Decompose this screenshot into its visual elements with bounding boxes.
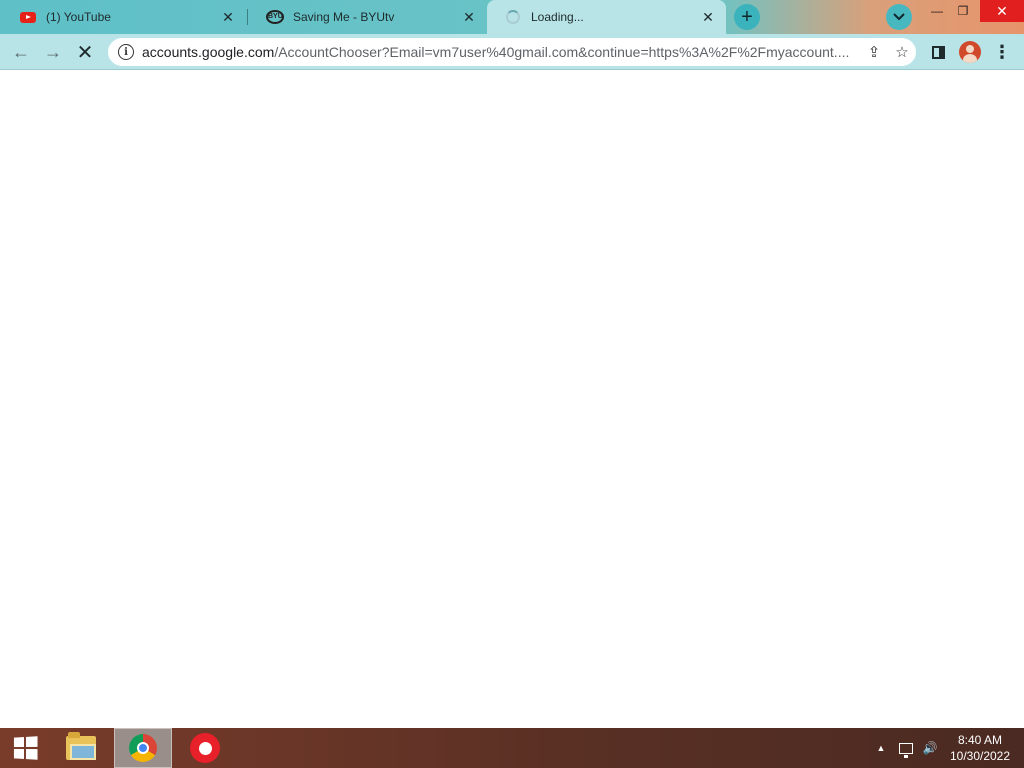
close-tab-icon[interactable]: ✕ — [461, 9, 477, 25]
page-content — [0, 70, 1024, 728]
site-info-icon[interactable]: i — [118, 44, 134, 60]
side-panel-icon — [931, 45, 945, 59]
chrome-icon — [129, 734, 157, 762]
url-path: /AccountChooser?Email=vm7user%40gmail.co… — [274, 44, 850, 60]
forward-button[interactable]: → — [39, 38, 67, 66]
byutv-icon: BYU — [266, 9, 284, 25]
network-icon[interactable] — [895, 728, 917, 768]
tab-youtube[interactable]: (1) YouTube ✕ — [2, 0, 246, 34]
chevron-down-icon — [893, 13, 905, 21]
taskbar-chrome[interactable] — [114, 728, 172, 768]
close-tab-icon[interactable]: ✕ — [220, 9, 236, 25]
taskbar: ▲ 🔊 8:40 AM 10/30/2022 — [0, 728, 1024, 768]
share-icon[interactable]: ⇪ — [860, 38, 888, 66]
tab-strip: (1) YouTube ✕ BYU Saving Me - BYUtv ✕ Lo… — [0, 0, 1024, 34]
show-hidden-icons-button[interactable]: ▲ — [872, 728, 890, 768]
youtube-icon — [20, 9, 36, 25]
clock-date: 10/30/2022 — [949, 749, 1011, 763]
browser-menu-button[interactable]: ⋮ — [988, 38, 1016, 66]
tab-loading-active[interactable]: Loading... ✕ — [487, 0, 726, 34]
loading-spinner-icon — [505, 9, 521, 25]
bookmark-star-icon[interactable]: ☆ — [888, 38, 916, 66]
stop-loading-button[interactable]: ✕ — [71, 38, 99, 66]
browser-toolbar: ← → ✕ i accounts.google.com/AccountChoos… — [0, 34, 1024, 70]
close-tab-icon[interactable]: ✕ — [700, 9, 716, 25]
profile-button[interactable] — [956, 38, 984, 66]
taskbar-file-explorer[interactable] — [52, 728, 110, 768]
back-button[interactable]: ← — [7, 38, 35, 66]
url-text[interactable]: accounts.google.com/AccountChooser?Email… — [142, 44, 860, 60]
address-bar[interactable]: i accounts.google.com/AccountChooser?Ema… — [108, 38, 916, 66]
file-explorer-icon — [66, 732, 96, 760]
system-clock[interactable]: 8:40 AM 10/30/2022 — [944, 732, 1016, 764]
start-button[interactable] — [0, 728, 50, 768]
windows-logo-icon — [13, 736, 38, 760]
record-icon — [190, 733, 220, 763]
url-domain: accounts.google.com — [142, 44, 275, 60]
new-tab-button[interactable]: + — [734, 4, 760, 30]
tab-title: Saving Me - BYUtv — [293, 10, 395, 24]
tab-separator — [247, 9, 248, 25]
restore-button[interactable]: ❐ — [948, 0, 978, 22]
side-panel-button[interactable] — [924, 38, 952, 66]
tab-byutv[interactable]: BYU Saving Me - BYUtv ✕ — [249, 0, 487, 34]
tab-title: (1) YouTube — [46, 10, 111, 24]
close-window-button[interactable]: ✕ — [980, 0, 1024, 22]
tab-search-button[interactable] — [886, 4, 912, 30]
clock-time: 8:40 AM — [957, 733, 1003, 747]
tab-title: Loading... — [531, 10, 584, 24]
volume-icon[interactable]: 🔊 — [919, 728, 941, 768]
avatar — [959, 41, 981, 63]
taskbar-recorder[interactable] — [176, 728, 234, 768]
